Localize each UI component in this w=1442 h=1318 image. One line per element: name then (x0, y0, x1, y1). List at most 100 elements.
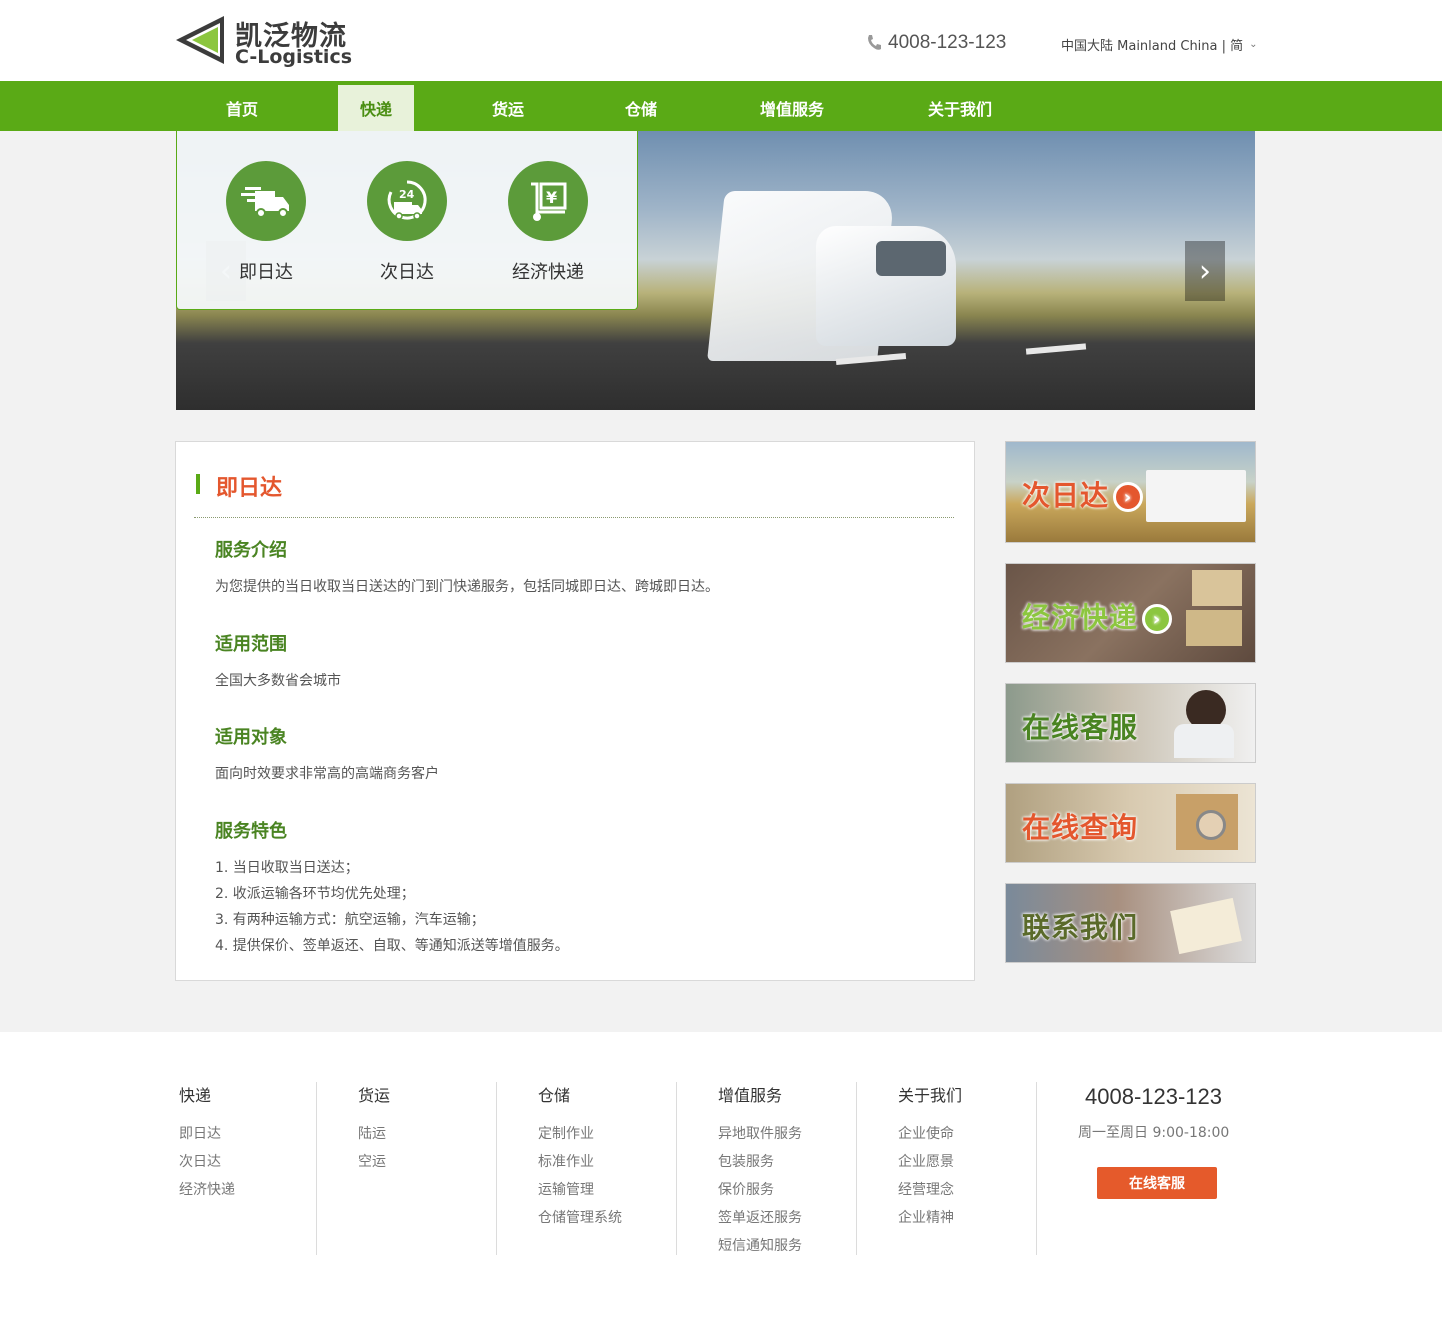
side-banner-text: 经济快递 (1022, 601, 1139, 634)
section-heading: 适用对象 (215, 727, 287, 748)
section-heading: 服务特色 (215, 821, 287, 842)
dropdown-service-next-day[interactable]: 24 次日达 (347, 161, 467, 284)
dropdown-service-label: 即日达 (239, 262, 293, 283)
road-line (1025, 343, 1087, 355)
feature-item: 4. 提供保价、签单返还、自取、等通知派送等增值服务。 (215, 938, 569, 954)
footer-divider (1036, 1082, 1037, 1255)
footer-column-warehouse: 仓储 定制作业 标准作业 运输管理 仓储管理系统 (538, 1082, 658, 1255)
nav-item-value-added[interactable]: 增值服务 (744, 85, 840, 131)
title-divider (194, 517, 954, 518)
section-text: 为您提供的当日收取当日送达的门到门快递服务，包括同城即日达、跨城即日达。 (215, 579, 719, 595)
feature-item: 3. 有两种运输方式：航空运输，汽车运输； (215, 912, 485, 928)
footer-divider (676, 1082, 677, 1255)
footer-link[interactable]: 次日达 (179, 1148, 299, 1176)
dropdown-service-label: 次日达 (380, 262, 434, 283)
footer-link[interactable]: 陆运 (358, 1120, 478, 1148)
footer-column-heading: 货运 (358, 1086, 391, 1105)
truck-graphic (1146, 470, 1246, 522)
section-heading: 服务介绍 (215, 540, 287, 561)
footer-link[interactable]: 保价服务 (718, 1176, 838, 1204)
arrow-right-icon: › (1113, 482, 1144, 512)
side-banner-text: 联系我们 (1022, 911, 1139, 944)
footer-link[interactable]: 标准作业 (538, 1148, 658, 1176)
dropdown-service-label: 经济快递 (512, 262, 584, 283)
footer-hours: 周一至周日 9:00-18:00 (1078, 1125, 1230, 1141)
box-graphic (1186, 610, 1242, 646)
side-banner-text: 次日达 (1022, 479, 1110, 512)
side-banner-next-day[interactable]: 次日达 › (1005, 441, 1256, 543)
footer-column-about: 关于我们 企业使命 企业愿景 经营理念 企业精神 (898, 1082, 1018, 1255)
phone-icon (868, 35, 881, 50)
section-text: 面向时效要求非常高的高端商务客户 (215, 766, 439, 782)
footer-column-value-added: 增值服务 异地取件服务 包装服务 保价服务 签单返还服务 短信通知服务 (718, 1082, 838, 1255)
header-phone: 4008-123-123 (866, 30, 1006, 56)
footer-link[interactable]: 异地取件服务 (718, 1120, 838, 1148)
side-banner-online-service[interactable]: 在线客服 (1005, 683, 1256, 763)
feature-item: 2. 收派运输各环节均优先处理； (215, 886, 415, 902)
arrow-right-icon: › (1142, 604, 1173, 634)
side-banner-text: 在线客服 (1022, 711, 1139, 744)
footer-link[interactable]: 即日达 (179, 1120, 299, 1148)
footer-link[interactable]: 包装服务 (718, 1148, 838, 1176)
side-banner-contact[interactable]: 联系我们 (1005, 883, 1256, 963)
nav-item-home[interactable]: 首页 (206, 85, 278, 131)
section-text: 全国大多数省会城市 (215, 673, 341, 689)
nav-item-express[interactable]: 快递 (338, 85, 414, 131)
chevron-down-icon: ⌄ (1249, 39, 1258, 50)
footer-link[interactable]: 定制作业 (538, 1120, 658, 1148)
envelope-icon (1170, 897, 1242, 955)
footer-link[interactable]: 短信通知服务 (718, 1232, 838, 1260)
footer-link[interactable]: 签单返还服务 (718, 1204, 838, 1232)
fast-truck-icon (226, 161, 306, 241)
side-banner-online-query[interactable]: 在线查询 (1005, 783, 1256, 863)
site-header: 凯泛物流 C-Logistics 4008-123-123 中国大陆 Mainl… (0, 0, 1442, 81)
footer-phone: 4008-123-123 (1085, 1084, 1223, 1109)
site-footer: 快递 即日达 次日达 经济快递 货运 陆运 空运 仓储 定制作业 标准作业 运输… (0, 1032, 1442, 1318)
svg-text:24: 24 (399, 188, 415, 201)
footer-divider (856, 1082, 857, 1255)
magnifier-icon (1196, 810, 1226, 840)
footer-link[interactable]: 企业使命 (898, 1120, 1018, 1148)
logo-arrow-icon (176, 16, 224, 64)
footer-link[interactable]: 经营理念 (898, 1176, 1018, 1204)
footer-column-express: 快递 即日达 次日达 经济快递 (179, 1082, 299, 1255)
dropdown-service-economy[interactable]: ¥ 经济快递 (488, 161, 608, 284)
footer-link[interactable]: 仓储管理系统 (538, 1204, 658, 1232)
service-detail-card: 即日达 服务介绍 为您提供的当日收取当日送达的门到门快递服务，包括同城即日达、跨… (175, 441, 975, 981)
page-title: 即日达 (196, 470, 282, 502)
footer-link[interactable]: 空运 (358, 1148, 478, 1176)
header-phone-number: 4008-123-123 (888, 32, 1007, 53)
agent-body-graphic (1174, 724, 1234, 758)
box-graphic (1192, 570, 1242, 606)
logo-en-text: C-Logistics (235, 46, 353, 68)
logo[interactable]: 凯泛物流 C-Logistics (174, 12, 374, 70)
24h-delivery-icon: 24 (367, 161, 447, 241)
footer-column-heading: 仓储 (538, 1086, 571, 1105)
nav-item-about[interactable]: 关于我们 (912, 85, 1008, 131)
footer-column-freight: 货运 陆运 空运 (358, 1082, 478, 1255)
footer-link[interactable]: 企业精神 (898, 1204, 1018, 1232)
svg-text:¥: ¥ (546, 188, 557, 207)
footer-link[interactable]: 经济快递 (179, 1176, 299, 1204)
express-dropdown-panel: 即日达 24 次日达 ¥ 经济快递 (176, 131, 638, 310)
feature-item: 1. 当日收取当日送达； (215, 860, 359, 876)
footer-divider (316, 1082, 317, 1255)
footer-link[interactable]: 运输管理 (538, 1176, 658, 1204)
section-heading: 适用范围 (215, 634, 287, 655)
main-nav: 首页 快递 货运 仓储 增值服务 关于我们 (0, 81, 1442, 131)
footer-column-heading: 关于我们 (898, 1086, 963, 1105)
footer-divider (496, 1082, 497, 1255)
nav-item-warehouse[interactable]: 仓储 (605, 85, 677, 131)
footer-link[interactable]: 企业愿景 (898, 1148, 1018, 1176)
slider-next-button[interactable]: › (1185, 241, 1225, 301)
dropdown-service-same-day[interactable]: 即日达 (206, 161, 326, 284)
side-banner-label: 经济快递 › (1022, 596, 1173, 636)
yen-cart-icon: ¥ (508, 161, 588, 241)
side-banner-text: 在线查询 (1022, 811, 1139, 844)
online-service-button[interactable]: 在线客服 (1097, 1167, 1217, 1199)
nav-item-freight[interactable]: 货运 (472, 85, 544, 131)
region-selector[interactable]: 中国大陆 Mainland China | 简 ⌄ (1061, 35, 1258, 54)
side-banner-economy[interactable]: 经济快递 › (1005, 563, 1256, 663)
footer-column-heading: 增值服务 (718, 1086, 783, 1105)
region-label: 中国大陆 Mainland China | 简 (1061, 39, 1244, 54)
